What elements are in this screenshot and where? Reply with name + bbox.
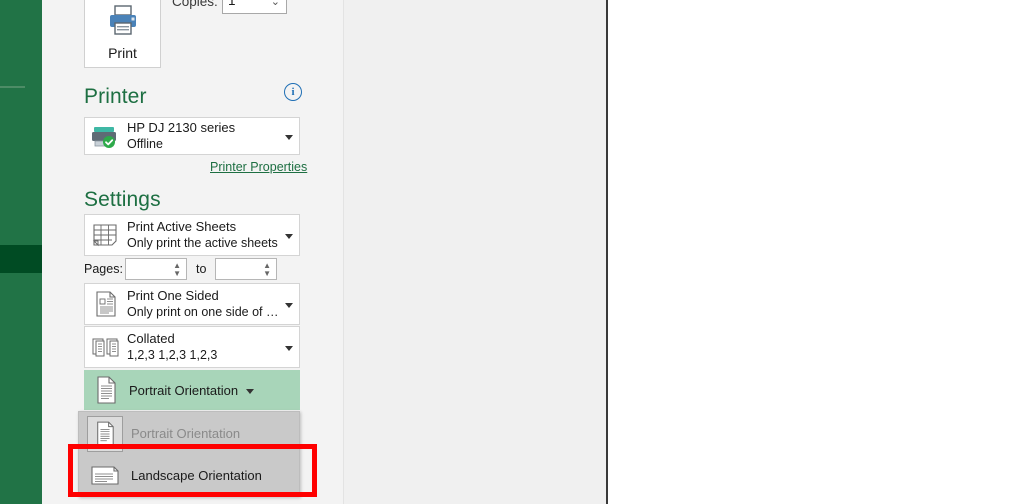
print-sides-selector[interactable]: Print One Sided Only print on one side o… xyxy=(84,283,300,325)
printer-status: Offline xyxy=(127,137,163,151)
printer-icon xyxy=(106,4,140,41)
print-sides-subtitle: Only print on one side of the... xyxy=(127,305,279,319)
chevron-down-icon[interactable] xyxy=(279,338,299,356)
orientation-selector[interactable]: Portrait Orientation xyxy=(84,370,300,410)
chevron-down-icon[interactable] xyxy=(238,381,262,399)
print-button-label: Print xyxy=(108,45,137,61)
print-backstage-screen: Company Name Industry Revenue (Millions)… xyxy=(0,0,1033,504)
one-sided-page-icon xyxy=(85,290,127,318)
printer-text: HP DJ 2130 series Offline xyxy=(127,120,279,152)
printer-properties-link[interactable]: Printer Properties xyxy=(210,160,307,174)
chevron-down-icon[interactable] xyxy=(279,226,299,244)
print-range-text: Print Active Sheets Only print the activ… xyxy=(127,219,279,251)
orientation-selected-label: Portrait Orientation xyxy=(129,382,239,398)
copies-stepper[interactable]: 1 ⌄ xyxy=(222,0,287,14)
printer-heading: Printer xyxy=(84,85,147,108)
orientation-option-label: Portrait Orientation xyxy=(131,426,241,441)
preview-backdrop xyxy=(344,0,606,504)
printer-name: HP DJ 2130 series xyxy=(127,120,236,135)
collation-title: Collated xyxy=(127,331,175,346)
pages-to-label: to xyxy=(196,262,207,276)
rail-active-indicator[interactable] xyxy=(0,245,42,273)
chevron-down-icon[interactable] xyxy=(279,295,299,313)
copies-label: Copies: xyxy=(172,0,218,9)
print-preview-page: Company Name Industry Revenue (Millions)… xyxy=(608,0,1033,504)
stepper-down-icon[interactable]: ▼ xyxy=(263,270,271,278)
collated-pages-icon xyxy=(85,335,127,359)
worksheet-grid-icon xyxy=(85,222,127,248)
print-button[interactable]: Print xyxy=(84,0,161,68)
chevron-down-icon[interactable]: ⌄ xyxy=(271,0,280,8)
pages-label: Pages: xyxy=(84,262,123,276)
print-range-selector[interactable]: Print Active Sheets Only print the activ… xyxy=(84,214,300,256)
orientation-option-portrait[interactable]: Portrait Orientation xyxy=(79,413,299,454)
printer-device-icon xyxy=(85,124,127,148)
collation-subtitle: 1,2,3 1,2,3 1,2,3 xyxy=(127,348,218,362)
print-range-title: Print Active Sheets xyxy=(127,219,237,234)
collation-selector[interactable]: Collated 1,2,3 1,2,3 1,2,3 xyxy=(84,326,300,368)
portrait-page-icon xyxy=(79,415,131,452)
settings-heading: Settings xyxy=(84,188,161,211)
pages-to-input[interactable]: ▲ ▼ xyxy=(215,258,277,280)
info-icon[interactable]: i xyxy=(284,83,302,101)
print-sides-title: Print One Sided xyxy=(127,288,219,303)
orientation-text: Portrait Orientation xyxy=(129,383,238,398)
orientation-option-label: Landscape Orientation xyxy=(131,468,262,483)
landscape-page-icon xyxy=(79,459,131,493)
orientation-dropdown-list: Portrait Orientation Landscape Orientati… xyxy=(78,411,300,497)
rail-divider xyxy=(0,86,25,88)
print-sides-text: Print One Sided Only print on one side o… xyxy=(127,288,279,320)
print-range-subtitle: Only print the active sheets xyxy=(127,236,278,250)
portrait-page-icon xyxy=(85,375,129,405)
copies-value: 1 xyxy=(228,0,236,8)
collation-text: Collated 1,2,3 1,2,3 1,2,3 xyxy=(127,331,279,363)
excel-left-rail xyxy=(0,0,42,504)
pages-from-input[interactable]: ▲ ▼ xyxy=(125,258,187,280)
chevron-down-icon[interactable] xyxy=(279,127,299,145)
stepper-down-icon[interactable]: ▼ xyxy=(173,270,181,278)
printer-selector[interactable]: HP DJ 2130 series Offline xyxy=(84,117,300,155)
orientation-option-landscape[interactable]: Landscape Orientation xyxy=(79,455,299,496)
